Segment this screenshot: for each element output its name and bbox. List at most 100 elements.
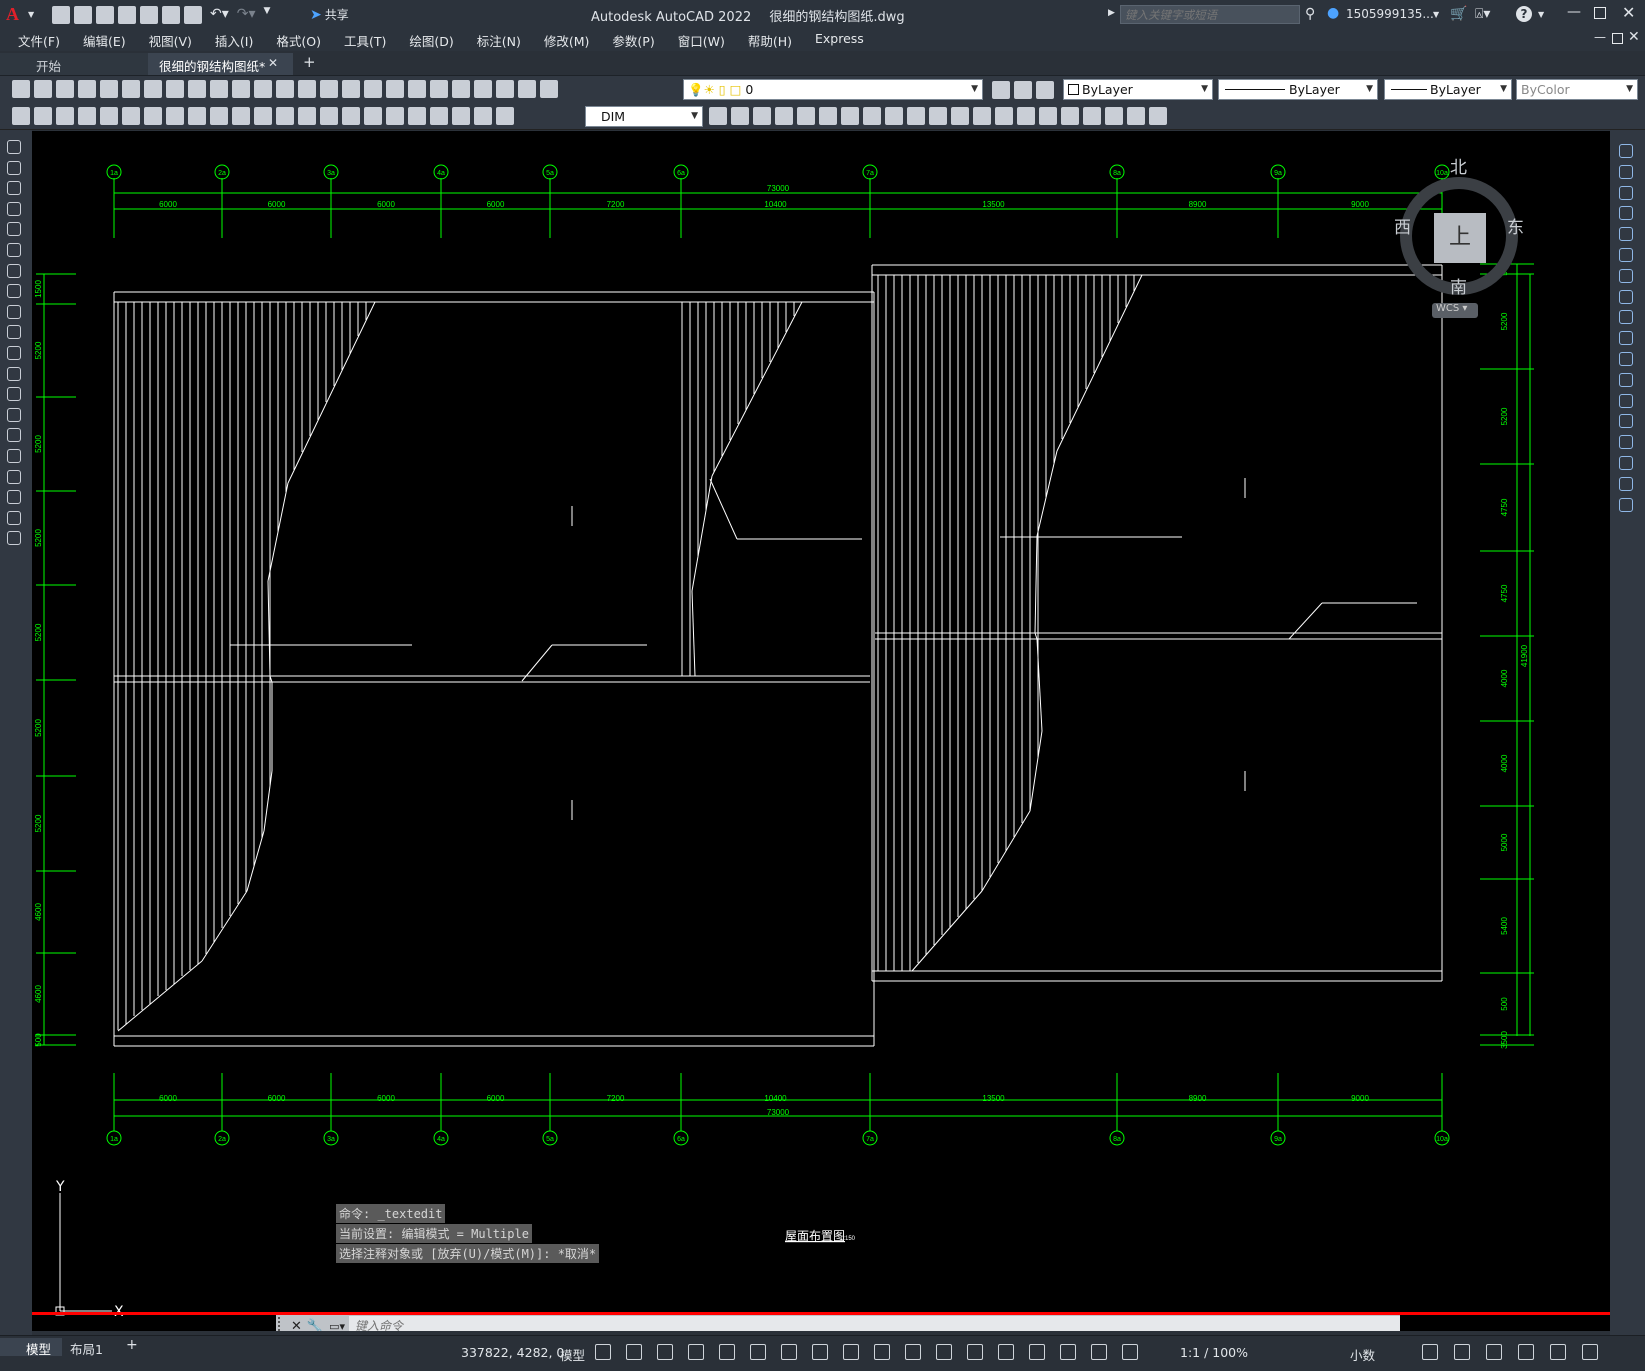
hatch-boundary[interactable]	[691, 475, 713, 592]
menu-item-4[interactable]: 格式(O)	[276, 31, 321, 50]
menu-item-5[interactable]: 工具(T)	[344, 31, 386, 50]
search-icon[interactable]: ⚲	[1305, 6, 1315, 22]
new-file-icon[interactable]	[52, 6, 70, 24]
search-expand-icon[interactable]: ▶	[1108, 8, 1115, 18]
undo-icon[interactable]: ↶▾	[210, 6, 229, 24]
designcenter-icon[interactable]	[408, 80, 426, 98]
line-icon[interactable]	[7, 140, 21, 154]
annotation-scale[interactable]: 1:1 / 100%	[1180, 1345, 1248, 1360]
viewcube-top-face[interactable]: 上	[1434, 213, 1486, 263]
visual-styles-icon[interactable]	[1083, 107, 1101, 125]
chamfer-icon[interactable]	[1619, 435, 1633, 450]
dim-edit-icon[interactable]	[452, 107, 470, 125]
blockedit-icon[interactable]	[232, 80, 250, 98]
object-snap-icon[interactable]	[843, 1344, 859, 1360]
doc-restore-button[interactable]	[1612, 33, 1623, 44]
cart-icon[interactable]: 🛒	[1450, 6, 1467, 22]
extend-icon[interactable]	[1619, 352, 1633, 366]
doc-close-button[interactable]: ✕	[1628, 29, 1640, 45]
offset-icon[interactable]	[1619, 206, 1633, 221]
menu-item-12[interactable]: Express	[815, 31, 864, 50]
customization-icon[interactable]	[1582, 1344, 1598, 1360]
insert-block-icon[interactable]	[7, 366, 21, 381]
object-snap-tracking-icon[interactable]	[812, 1344, 828, 1360]
pyramid-icon[interactable]	[863, 107, 881, 125]
command-close-icon[interactable]: ✕	[291, 1319, 302, 1332]
multiline-text-icon[interactable]	[7, 510, 21, 525]
array-icon[interactable]	[1619, 227, 1633, 242]
help-dropdown-icon[interactable]: ▼	[1538, 10, 1544, 19]
trim-icon[interactable]	[1619, 331, 1633, 346]
quick-properties-icon[interactable]	[1422, 1344, 1438, 1360]
dim-arc-icon[interactable]	[122, 107, 140, 125]
mirror-icon[interactable]	[1619, 185, 1633, 200]
dimstyle-dropdown[interactable]: DIM ▼	[585, 106, 703, 127]
quickcalc-icon[interactable]	[496, 80, 514, 98]
snap-mode-icon[interactable]	[626, 1344, 642, 1360]
dim-ordinate-icon[interactable]	[144, 107, 162, 125]
rectangle-icon[interactable]	[7, 222, 21, 237]
save-icon[interactable]	[56, 80, 74, 98]
layer-states-icon[interactable]	[1036, 81, 1054, 99]
open-web-icon[interactable]	[140, 6, 158, 24]
dim-baseline-icon[interactable]	[276, 107, 294, 125]
viewcube[interactable]: 上 北 南 西 东 WCS ▾	[1372, 149, 1572, 349]
dim-quick-icon[interactable]	[254, 107, 272, 125]
layer-previous-icon[interactable]	[1014, 81, 1032, 99]
plotstyle-dropdown[interactable]: ByColor ▼	[1516, 79, 1638, 100]
menu-item-3[interactable]: 插入(I)	[215, 31, 253, 50]
presspull-icon[interactable]	[973, 107, 991, 125]
gradient-icon[interactable]	[7, 449, 21, 463]
grid-icon[interactable]	[595, 1344, 611, 1360]
autocad-logo-icon[interactable]: A	[6, 4, 28, 24]
command-grip-icon[interactable]	[278, 1317, 286, 1331]
plot-preview-icon[interactable]	[100, 80, 118, 98]
isolate-objects-icon[interactable]	[1486, 1344, 1502, 1360]
add-layout-button[interactable]: +	[126, 1337, 138, 1353]
viewcube-south[interactable]: 南	[1450, 273, 1467, 298]
redo-icon[interactable]: ↷▾	[237, 6, 256, 24]
cone-icon[interactable]	[775, 107, 793, 125]
dim-continue-icon[interactable]	[298, 107, 316, 125]
zoom-realtime-icon[interactable]	[320, 80, 338, 98]
transparency-icon[interactable]	[905, 1344, 921, 1360]
hatch-boundary[interactable]	[246, 830, 265, 892]
linetype-dropdown[interactable]: ByLayer ▼	[1218, 79, 1378, 100]
view-manager-icon[interactable]	[1149, 107, 1167, 125]
region-icon[interactable]	[7, 469, 21, 484]
tab-model[interactable]: 模型	[0, 1338, 62, 1357]
hatch-boundary[interactable]	[1036, 450, 1058, 537]
units-selector[interactable]: 小数	[1350, 1345, 1375, 1364]
rotate-icon[interactable]	[1619, 268, 1633, 283]
dim-text-edit-icon[interactable]	[474, 107, 492, 125]
coordinates-readout[interactable]: 337822, 4282, 0	[461, 1345, 564, 1360]
break-at-point-icon[interactable]	[1619, 372, 1633, 387]
help-icon[interactable]	[518, 80, 536, 98]
leader-line[interactable]	[1288, 602, 1323, 640]
fillet-icon[interactable]	[1619, 456, 1633, 470]
lineweight-dropdown[interactable]: ByLayer ▼	[1384, 79, 1512, 100]
clean-screen-icon[interactable]	[1550, 1344, 1566, 1360]
slice-icon[interactable]	[1061, 107, 1079, 125]
paste-icon[interactable]	[188, 80, 206, 98]
lineweight-icon[interactable]	[874, 1344, 890, 1360]
ellipse-arc-icon[interactable]	[7, 346, 21, 360]
autodesk-app-icon[interactable]: ⍓▾	[1475, 6, 1490, 22]
search-input[interactable]	[1120, 5, 1300, 24]
infer-constraints-icon[interactable]	[657, 1344, 673, 1360]
open-file-icon[interactable]	[74, 6, 92, 24]
center-mark-icon[interactable]	[386, 107, 404, 125]
join-icon[interactable]	[1619, 414, 1633, 429]
viewcube-north[interactable]: 北	[1450, 153, 1467, 178]
tab-layout1[interactable]: 布局1	[70, 1339, 103, 1358]
sweep-icon[interactable]	[929, 107, 947, 125]
share-button[interactable]: ➤ 共享	[310, 6, 349, 23]
customize-qat-icon[interactable]: ▼	[264, 6, 271, 24]
isometric-icon[interactable]	[781, 1344, 797, 1360]
leader-line[interactable]	[709, 478, 738, 540]
copy-object-icon[interactable]	[1619, 164, 1633, 179]
help-icon[interactable]: ?	[1516, 6, 1532, 22]
hatch-boundary[interactable]	[1034, 535, 1038, 634]
hatch-boundary[interactable]	[691, 590, 696, 677]
layer-match-icon[interactable]	[12, 107, 30, 125]
